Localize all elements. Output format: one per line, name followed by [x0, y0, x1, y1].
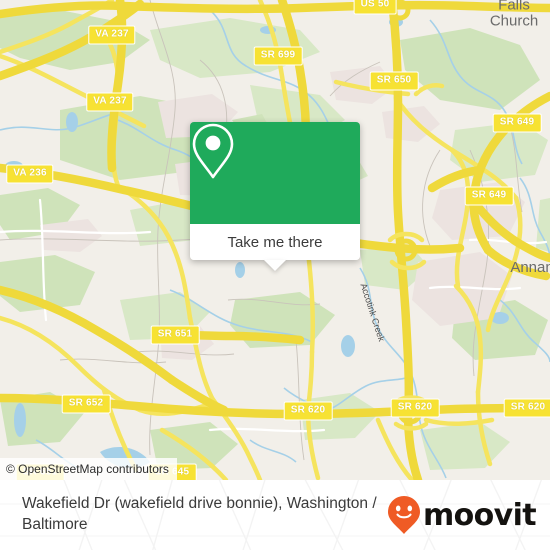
page-title: Wakefield Dr (wakefield drive bonnie), W…	[22, 495, 377, 533]
road-shield: SR 649	[464, 186, 514, 206]
take-me-there-button-label[interactable]: Take me there	[227, 234, 322, 251]
map-pin-icon	[192, 123, 234, 179]
location-callout-card[interactable]: Take me there	[190, 122, 360, 271]
road-shield: US 50	[353, 0, 397, 15]
place-label: Falls Church	[489, 0, 539, 29]
road-shield: VA 237	[86, 92, 134, 112]
road-shield: SR 620	[503, 398, 550, 418]
moovit-map-screenshot: .park { fill:#cfe3ba; } .park2 { fill:#d…	[0, 0, 550, 550]
moovit-logo[interactable]: moovit	[387, 495, 537, 535]
place-label: Annan	[510, 259, 550, 277]
road-shield: SR 649	[492, 113, 542, 133]
road-shield: SR 699	[253, 46, 303, 66]
road-shield: SR 652	[61, 394, 111, 414]
openstreetmap-attribution[interactable]: © OpenStreetMap contributors	[0, 458, 177, 480]
road-shield: SR 620	[390, 398, 440, 418]
road-shield: SR 620	[283, 401, 333, 421]
map-canvas[interactable]: .park { fill:#cfe3ba; } .park2 { fill:#d…	[0, 0, 550, 480]
road-shield: SR 650	[369, 71, 419, 91]
road-shield: VA 236	[6, 164, 54, 184]
callout-header	[190, 122, 360, 224]
footer-bar: Wakefield Dr (wakefield drive bonnie), W…	[0, 480, 550, 550]
moovit-pin-smiley-icon	[387, 496, 420, 534]
callout-tail-pointer	[264, 260, 286, 271]
road-shield: SR 651	[150, 325, 200, 345]
road-shield: VA 237	[88, 25, 136, 45]
moovit-wordmark: moovit	[422, 497, 537, 533]
callout-footer[interactable]: Take me there	[190, 224, 360, 271]
